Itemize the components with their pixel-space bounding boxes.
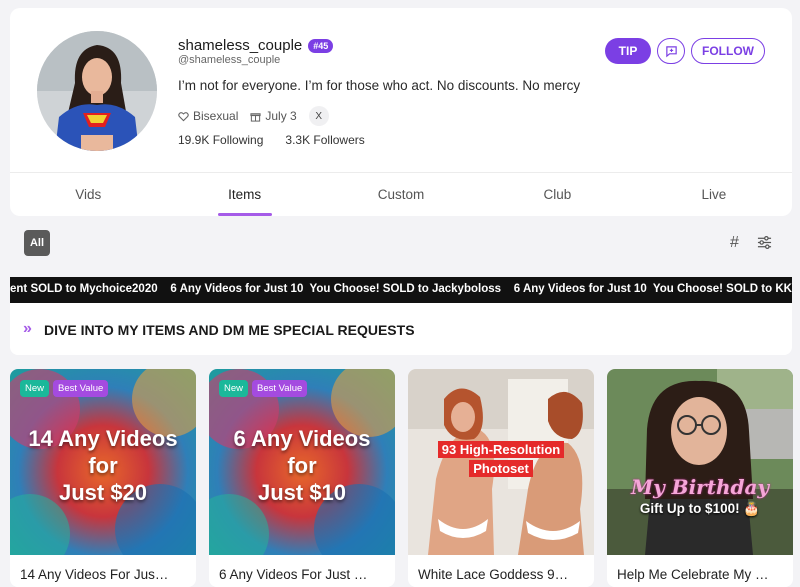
photoset-overlay: 93 High-Resolution Photoset bbox=[430, 441, 572, 478]
heart-icon bbox=[178, 111, 189, 121]
thumbnail-text: 6 Any Videos for Just $10 bbox=[233, 426, 371, 505]
follow-button[interactable]: FOLLOW bbox=[691, 38, 765, 64]
tag-new: New bbox=[219, 380, 249, 397]
double-chevron-icon: » bbox=[23, 320, 32, 337]
username-row: shameless_couple #45 bbox=[178, 37, 334, 54]
ticker-text: ent SOLD to Mychoice2020 6 Any Videos fo… bbox=[10, 283, 792, 295]
followers-count[interactable]: 3.3K Followers bbox=[285, 133, 364, 147]
tip-button[interactable]: TIP bbox=[605, 38, 651, 64]
item-card[interactable]: My Birthday Gift Up to $100! 🎂 Help Me C… bbox=[607, 369, 793, 587]
birthday-label: July 3 bbox=[265, 109, 297, 123]
bio: I’m not for everyone. I’m for those who … bbox=[178, 78, 581, 93]
tab-club[interactable]: Club bbox=[479, 173, 635, 216]
tag-best-value: Best Value bbox=[53, 380, 109, 397]
tab-items[interactable]: Items bbox=[166, 173, 322, 216]
avatar[interactable] bbox=[37, 31, 157, 151]
item-title[interactable]: 6 Any Videos For Just … bbox=[219, 567, 389, 582]
meta-row: Bisexual July 3 X bbox=[178, 106, 329, 126]
item-card[interactable]: New Best Value 14 Any Videos for Just $2… bbox=[10, 369, 196, 587]
orientation-label: Bisexual bbox=[193, 109, 239, 123]
sliders-icon[interactable] bbox=[757, 235, 772, 255]
rank-badge: #45 bbox=[308, 38, 334, 53]
tag-new: New bbox=[20, 380, 50, 397]
sales-ticker: ent SOLD to Mychoice2020 6 Any Videos fo… bbox=[10, 277, 792, 303]
item-title[interactable]: 14 Any Videos For Jus… bbox=[20, 567, 190, 582]
item-thumbnail[interactable] bbox=[607, 369, 793, 555]
stats-row: 19.9K Following 3.3K Followers bbox=[178, 133, 365, 147]
banner-title: DIVE INTO MY ITEMS AND DM ME SPECIAL REQ… bbox=[44, 322, 415, 338]
content-tabs: Vids Items Custom Club Live bbox=[10, 172, 792, 216]
item-card[interactable]: 93 High-Resolution Photoset White Lace G… bbox=[408, 369, 594, 587]
following-count[interactable]: 19.9K Following bbox=[178, 133, 263, 147]
tab-vids[interactable]: Vids bbox=[10, 173, 166, 216]
gift-icon bbox=[250, 112, 261, 122]
section-banner: » DIVE INTO MY ITEMS AND DM ME SPECIAL R… bbox=[10, 303, 792, 355]
birthday-overlay-subtitle: Gift Up to $100! 🎂 bbox=[639, 501, 761, 516]
tab-custom[interactable]: Custom bbox=[323, 173, 479, 216]
item-tags: New Best Value bbox=[219, 380, 308, 397]
overlay-line-1: 93 High-Resolution bbox=[437, 441, 565, 458]
filter-all-button[interactable]: All bbox=[24, 230, 50, 256]
message-button[interactable] bbox=[657, 38, 685, 64]
hashtag-icon[interactable]: # bbox=[730, 234, 739, 252]
birthday-overlay-title: My Birthday bbox=[630, 475, 770, 499]
tab-live[interactable]: Live bbox=[636, 173, 792, 216]
overlay-line-2: Photoset bbox=[469, 460, 533, 477]
username[interactable]: shameless_couple bbox=[178, 37, 302, 54]
profile-card: shameless_couple #45 @shameless_couple I… bbox=[10, 8, 792, 216]
item-title[interactable]: White Lace Goddess 9… bbox=[418, 567, 588, 582]
item-tags: New Best Value bbox=[20, 380, 109, 397]
item-card[interactable]: New Best Value 6 Any Videos for Just $10… bbox=[209, 369, 395, 587]
x-social-icon[interactable]: X bbox=[308, 106, 329, 126]
item-title[interactable]: Help Me Celebrate My … bbox=[617, 567, 787, 582]
tag-best-value: Best Value bbox=[252, 380, 308, 397]
orientation: Bisexual bbox=[178, 109, 238, 123]
chat-icon bbox=[665, 45, 677, 57]
handle: @shameless_couple bbox=[178, 54, 281, 66]
birthday: July 3 bbox=[250, 109, 297, 123]
thumbnail-text: 14 Any Videos for Just $20 bbox=[28, 426, 178, 505]
